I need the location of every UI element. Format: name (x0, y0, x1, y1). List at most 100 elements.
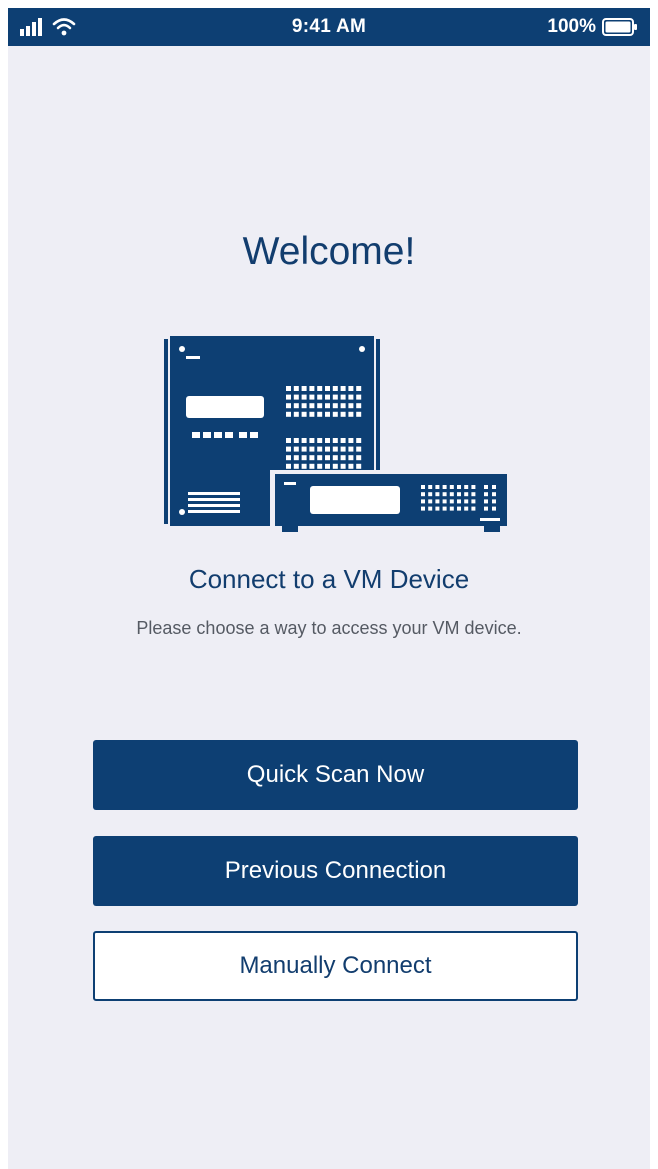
device-button (293, 438, 299, 443)
device-button (301, 455, 307, 461)
device-button (356, 438, 362, 443)
device-button (449, 506, 454, 511)
device-button (286, 394, 291, 400)
device-button (492, 506, 496, 511)
device-button (348, 394, 354, 400)
device-button (421, 506, 425, 511)
device-button (421, 485, 425, 489)
device-button (356, 394, 362, 400)
device-button (340, 446, 346, 452)
device-button (457, 506, 461, 511)
device-button (332, 403, 338, 409)
device-button (325, 411, 330, 417)
device-button (293, 394, 299, 400)
status-right: 100% (547, 8, 638, 46)
device-button (356, 411, 362, 417)
status-bar: 9:41 AM 100% (8, 8, 650, 46)
device-button (317, 394, 323, 400)
device-button (464, 485, 469, 489)
manually-connect-button[interactable]: Manually Connect (93, 931, 578, 1001)
device-button (325, 403, 330, 409)
device-button (464, 506, 469, 511)
device-button (293, 386, 299, 391)
device-button (286, 446, 291, 452)
device-button (301, 438, 307, 443)
device-button (332, 438, 338, 443)
device-button (325, 394, 330, 400)
device-button (293, 403, 299, 409)
device-button (471, 499, 476, 504)
device-button (464, 492, 469, 497)
device-button (449, 485, 454, 489)
device-button (348, 463, 354, 469)
device-button (442, 506, 447, 511)
device-button (309, 411, 315, 417)
device-button (332, 455, 338, 461)
device-button (471, 506, 476, 511)
device-button (457, 492, 461, 497)
device-button (332, 386, 338, 391)
device-button (421, 492, 425, 497)
device-button (340, 455, 346, 461)
device-button (442, 492, 447, 497)
device-button (457, 485, 461, 489)
device-button (492, 492, 496, 497)
device-button (325, 463, 330, 469)
device-button (332, 394, 338, 400)
device-button (435, 499, 440, 504)
device-button (332, 411, 338, 417)
device-button (309, 438, 315, 443)
device-button (435, 492, 440, 497)
device-button (325, 455, 330, 461)
device-button (317, 438, 323, 443)
device-button (421, 499, 425, 504)
device-button (492, 499, 496, 504)
device-button (356, 403, 362, 409)
vm-device-illustration (164, 336, 512, 532)
previous-connection-button[interactable]: Previous Connection (93, 836, 578, 906)
connect-title: Connect to a VM Device (188, 564, 470, 594)
device-button (325, 386, 330, 391)
device-button (464, 499, 469, 504)
device-button (442, 485, 447, 489)
device-button (348, 386, 354, 391)
device-button (317, 411, 323, 417)
device-button (442, 499, 447, 504)
device-button (309, 463, 315, 469)
device-button (332, 463, 338, 469)
device-button (340, 403, 346, 409)
device-button (428, 485, 433, 489)
device-button (340, 386, 346, 391)
device-button (484, 485, 488, 489)
device-button (471, 485, 476, 489)
device-button (435, 485, 440, 489)
quick-scan-button[interactable]: Quick Scan Now (93, 740, 578, 810)
device-button (309, 455, 315, 461)
device-button (428, 492, 433, 497)
battery-percentage: 100% (547, 16, 596, 37)
device-button (317, 463, 323, 469)
device-button (348, 411, 354, 417)
device-button (293, 446, 299, 452)
device-button (286, 438, 291, 443)
device-button (356, 446, 362, 452)
device-button (286, 403, 291, 409)
device-button (293, 463, 299, 469)
device-button (309, 386, 315, 391)
device-button (301, 394, 307, 400)
device-button (309, 403, 315, 409)
device-button (301, 411, 307, 417)
device-button (428, 499, 433, 504)
device-button (301, 463, 307, 469)
device-button (457, 499, 461, 504)
device-button (449, 499, 454, 504)
device-button (301, 446, 307, 452)
device-button (449, 492, 454, 497)
device-button (356, 463, 362, 469)
device-button (356, 386, 362, 391)
device-button (340, 463, 346, 469)
device-button (471, 492, 476, 497)
device-button (348, 446, 354, 452)
device-button (325, 446, 330, 452)
device-button (348, 403, 354, 409)
